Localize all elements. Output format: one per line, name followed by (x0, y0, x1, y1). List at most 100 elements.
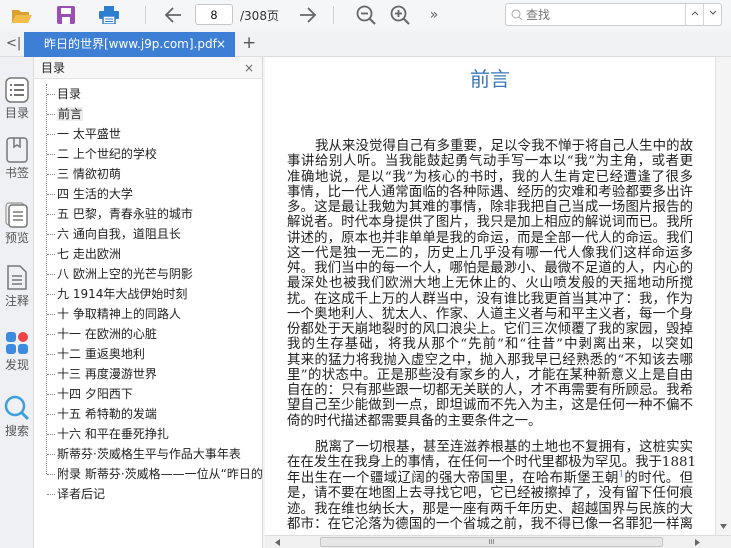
paragraph: 我从来没觉得自己有多重要，足以令我不惮于将自己人生中的故 事讲给别人听。当我能鼓起… (287, 139, 693, 429)
zoom-in-icon[interactable] (388, 3, 412, 27)
text-line: 脱离了一切根基，甚至连滋养根基的土地也不复拥有，这桩实实 (315, 440, 693, 455)
toc-item[interactable]: 七 走出欧洲 (46, 244, 262, 264)
text-line: 扰。在这成千上万的人群当中，没有谁比我更首当其冲了：我，作为 (287, 291, 693, 307)
text-line: 迹。我在维也纳长大，那是一座有两千年历史、超越国界与民族的大 (287, 501, 693, 517)
rail-label: 目录 (4, 106, 29, 120)
horizontal-scrollbar[interactable]: III (265, 535, 731, 548)
text-line: 舛。我们当中的每一个人，哪怕是最渺小、最微不足道的人，内心的 (287, 261, 693, 276)
text-line: 份都处于天崩地裂时的风口浪尖上。它们三次倾覆了我的家园，毁掉 (287, 322, 693, 337)
toc-item[interactable]: 二 上个世纪的学校 (46, 144, 262, 164)
toc-item[interactable]: 十 争取精神上的同路人 (46, 304, 262, 324)
toc-item-label: 目录 (57, 87, 82, 101)
sidebar-item-preview[interactable]: 预览 (0, 202, 34, 246)
toc-item-label: 斯蒂芬·茨威格生平与作品大事年表 (57, 447, 241, 461)
sidebar-item-search[interactable]: 搜索 (0, 395, 34, 439)
toc-item-label: 六 通向自我，道阻且长 (57, 227, 181, 241)
search-next-button[interactable] (703, 4, 721, 25)
text-line: 事情，比一代人通常面临的各种际遇、经历的灾难和考验都要多出许 (287, 184, 693, 200)
rail-label: 发现 (4, 358, 29, 372)
toc-item[interactable]: 斯蒂芬·茨威格生平与作品大事年表 (46, 444, 262, 464)
rail-label: 预览 (4, 231, 29, 245)
toc-item[interactable]: 四 生活的大学 (46, 184, 262, 204)
toc-item[interactable]: 译者后记 (46, 484, 262, 504)
paragraph: 脱离了一切根基，甚至连滋养根基的土地也不复拥有，这桩实实 在在发生在我身上的事情… (287, 440, 697, 533)
toc-item-label: 二 上个世纪的学校 (57, 147, 157, 161)
toc-item[interactable]: 十五 希特勒的发端 (46, 404, 262, 424)
toc-item[interactable]: 三 情欲初萌 (46, 164, 262, 184)
scroll-left-arrow-icon[interactable] (275, 539, 280, 546)
rail-label: 注释 (4, 294, 29, 308)
sidebar-item-annotations[interactable]: 注释 (0, 265, 34, 309)
text-line: 是，请不要在地图上去寻找它吧，它已经被擦掉了，没有留下任何痕 (287, 486, 693, 502)
text-line: 一个奥地利人、犹太人、作家、人道主义者与和平主义者，每一个身 (287, 306, 693, 322)
apps-icon (6, 332, 28, 354)
scroll-right-arrow-icon[interactable] (695, 539, 700, 546)
zoom-out-icon[interactable] (354, 3, 378, 27)
toc-item-label: 前言 (57, 107, 84, 121)
toc-item-label: 八 欧洲上空的光芒与阴影 (57, 267, 193, 281)
toc-item[interactable]: 八 欧洲上空的光芒与阴影 (46, 264, 262, 284)
search-prev-button[interactable] (685, 4, 703, 25)
toc-panel: 目录 × 目录前言一 太平盛世二 上个世纪的学校三 情欲初萌四 生活的大学五 巴… (34, 57, 263, 548)
save-icon[interactable] (54, 3, 78, 27)
divider (333, 6, 334, 24)
toc-item-label: 四 生活的大学 (57, 187, 133, 201)
toolbar: /308页 » (0, 0, 731, 30)
toc-item-label: 十六 和平在垂死挣扎 (57, 427, 169, 441)
text-line: 我从来没觉得自己有多重要，足以令我不惮于将自己人生中的故 (315, 139, 693, 154)
toc-item[interactable]: 目录 (46, 84, 262, 104)
toc-item[interactable]: 十二 重返奥地利 (46, 344, 262, 364)
tab-close-icon[interactable]: × (216, 32, 226, 57)
search-input[interactable] (526, 6, 646, 23)
toc-item-label: 十五 希特勒的发端 (57, 407, 157, 421)
divider (145, 6, 146, 24)
sidebar-item-discover[interactable]: 发现 (0, 331, 34, 373)
vertical-scrollbar[interactable] (715, 57, 731, 535)
print-icon[interactable] (97, 3, 121, 27)
toc-item-label: 十三 再度漫游世界 (57, 367, 157, 381)
text-line: 最深处也被我们欧洲大地上无休止的、火山喷发般的天摇地动所搅 (287, 276, 693, 292)
toc-tree: 目录前言一 太平盛世二 上个世纪的学校三 情欲初萌四 生活的大学五 巴黎，青春永… (46, 84, 262, 548)
toc-item[interactable]: 九 1914年大战伊始时刻 (46, 284, 262, 304)
toc-item-label: 九 1914年大战伊始时刻 (57, 287, 188, 301)
prev-page-icon[interactable] (161, 3, 185, 27)
text-line: 解说者。时代本身提供了图片，我只是加上相应的解说词而已。我所 (287, 215, 693, 231)
text-line: 讲述的，原本也并非单单是我的命运，而是全部一代人的命运。我们 (287, 230, 693, 246)
tab-document[interactable]: 昨日的世界[www.j9p.com].pdf × (24, 32, 235, 57)
toc-item-label: 译者后记 (57, 487, 106, 501)
note-icon (7, 265, 27, 290)
toc-item[interactable]: 六 通向自我，道阻且长 (46, 224, 262, 244)
scroll-down-arrow-icon[interactable] (720, 524, 727, 529)
page-title: 前言 (470, 67, 510, 91)
toc-close-icon[interactable]: × (244, 57, 254, 79)
page-number-input[interactable] (195, 4, 233, 25)
toc-item-label: 十四 夕阳西下 (57, 387, 133, 401)
toc-item[interactable]: 前言 (46, 104, 262, 124)
text-line: 自在的：只有那些跟一切都无关联的人，才不再需要有所顾忌。我希 (287, 383, 693, 398)
text-line: 在在发生在我身上的事情，在任何一个时代里都极为罕见。我于1881 (287, 455, 697, 471)
toc-item[interactable]: 十四 夕阳西下 (46, 384, 262, 404)
new-tab-button[interactable]: + (242, 33, 256, 53)
open-folder-icon[interactable] (10, 3, 34, 27)
sidebar-item-toc[interactable]: 目录 (0, 77, 34, 121)
sidebar-item-bookmarks[interactable]: 书签 (0, 137, 34, 181)
document-page: 前言 我从来没觉得自己有多重要，足以令我不惮于将自己人生中的故 事讲给别人听。当我… (265, 57, 715, 535)
text-segment: 的时代。但 (623, 470, 694, 486)
toc-item[interactable]: 附录 斯蒂芬·茨威格——一位从“昨日的世界” (46, 464, 262, 484)
search-icon (511, 9, 523, 21)
sidebar-rail: 目录 书签 预览 注释 发现 搜索 (0, 57, 34, 548)
toc-item-label: 三 情欲初萌 (57, 167, 121, 181)
toc-item[interactable]: 十三 再度漫游世界 (46, 364, 262, 384)
scrollbar-thumb[interactable]: III (320, 537, 663, 547)
toc-item[interactable]: 十六 和平在垂死挣扎 (46, 424, 262, 444)
toc-item[interactable]: 五 巴黎，青春永驻的城市 (46, 204, 262, 224)
toc-item-label: 附录 斯蒂芬·茨威格——一位从“昨日的世界” (57, 467, 262, 481)
toc-item[interactable]: 一 太平盛世 (46, 124, 262, 144)
next-page-icon[interactable] (296, 3, 320, 27)
toc-item[interactable]: 十一 在欧洲的心脏 (46, 324, 262, 344)
toc-title: 目录 (41, 61, 66, 75)
chevron-up-icon (691, 11, 698, 16)
collapse-sidebar-button[interactable]: <| (6, 36, 21, 51)
text-line: 其来的猛力将我抛入虚空之中，抛入那我早已经熟悉的“不知该去哪 (287, 352, 693, 368)
more-tools-button[interactable]: » (422, 3, 446, 27)
